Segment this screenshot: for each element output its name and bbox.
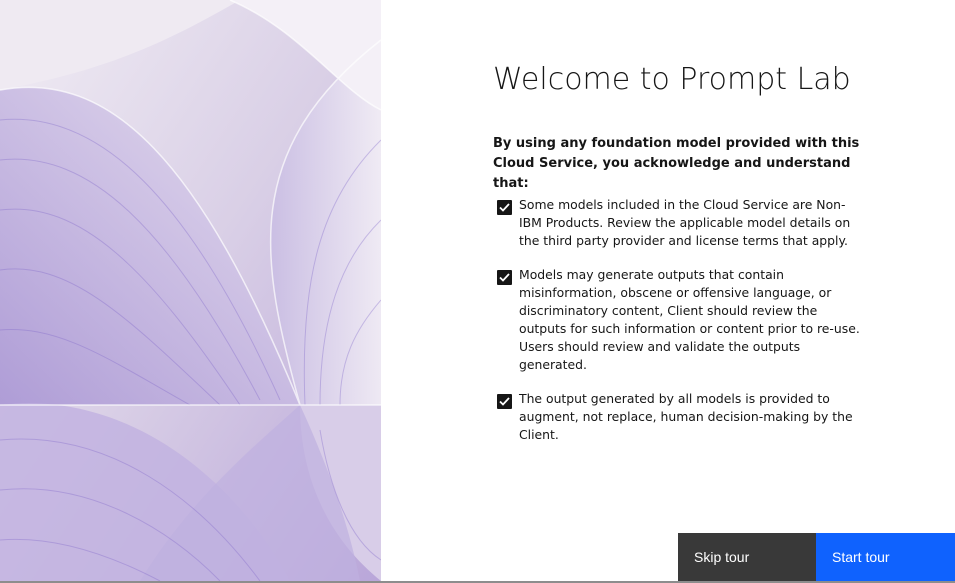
acknowledgement-item: Some models included in the Cloud Servic…: [497, 196, 865, 250]
acknowledgement-item: The output generated by all models is pr…: [497, 390, 865, 444]
intro-text: By using any foundation model provided w…: [493, 136, 860, 191]
start-tour-button[interactable]: Start tour: [816, 533, 955, 581]
checkbox-output-review[interactable]: [497, 270, 512, 285]
acknowledgement-item: Models may generate outputs that contain…: [497, 266, 865, 374]
acknowledgement-text: The output generated by all models is pr…: [519, 391, 853, 442]
checkbox-augment-decision[interactable]: [497, 394, 512, 409]
acknowledgement-text: Some models included in the Cloud Servic…: [519, 197, 851, 248]
modal-footer: Skip tour Start tour: [678, 533, 955, 581]
modal-title: Welcome to Prompt Lab: [493, 62, 851, 97]
checkmark-icon: [499, 273, 510, 282]
acknowledgement-text: Models may generate outputs that contain…: [519, 267, 860, 372]
checkbox-non-ibm-products[interactable]: [497, 200, 512, 215]
acknowledgement-list: Some models included in the Cloud Servic…: [497, 196, 865, 460]
skip-tour-button[interactable]: Skip tour: [678, 533, 816, 581]
checkmark-icon: [499, 203, 510, 212]
decorative-artwork: [0, 0, 381, 581]
checkmark-icon: [499, 397, 510, 406]
